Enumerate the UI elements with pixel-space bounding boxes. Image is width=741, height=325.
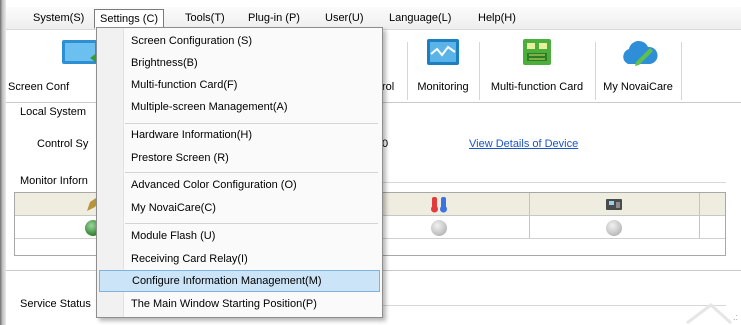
menu-item-multi-function-card[interactable]: Multi-function Card(F) bbox=[99, 74, 380, 96]
cloud-icon bbox=[623, 40, 658, 66]
toolbar-multifunction-card[interactable]: Multi-function Card bbox=[480, 30, 594, 102]
menu-system[interactable]: System(S) bbox=[28, 10, 89, 26]
menu-help[interactable]: Help(H) bbox=[473, 10, 521, 26]
menu-plugin[interactable]: Plug-in (P) bbox=[243, 10, 305, 26]
toolbar-monitoring[interactable]: Monitoring bbox=[408, 30, 478, 102]
control-system-label: Control Sy bbox=[37, 138, 89, 150]
menu-item-brightness[interactable]: Brightness(B) bbox=[99, 52, 380, 74]
status-indicator bbox=[606, 220, 622, 236]
menu-item-advanced-color-configuration[interactable]: Advanced Color Configuration (O) bbox=[99, 174, 380, 196]
toolbar-my-novaicare[interactable]: My NovaiCare bbox=[596, 30, 680, 102]
status-indicator bbox=[431, 220, 447, 236]
menu-item-hardware-information[interactable]: Hardware Information(H) bbox=[99, 124, 380, 146]
menu-item-multiple-screen-management[interactable]: Multiple-screen Management(A) bbox=[99, 96, 380, 118]
settings-dropdown-menu: Screen Configuration (S) Brightness(B) M… bbox=[96, 27, 383, 318]
menu-item-screen-configuration[interactable]: Screen Configuration (S) bbox=[99, 30, 380, 52]
service-status-title: Service Status bbox=[20, 298, 91, 310]
thermometer-icon bbox=[431, 197, 447, 213]
menu-item-configure-information-management[interactable]: Configure Information Management(M) bbox=[99, 270, 380, 292]
local-system-title: Local System bbox=[20, 106, 87, 118]
monitor-info-title: Monitor Inforn bbox=[20, 175, 88, 187]
toolbar-label-my-novaicare: My NovaiCare bbox=[603, 81, 673, 93]
receiving-card-icon bbox=[606, 199, 622, 210]
toolbar-label-control: rol bbox=[382, 81, 395, 93]
toolbar-label-screen-config: Screen Conf bbox=[8, 81, 70, 93]
toolbar-separator bbox=[681, 42, 682, 100]
circuit-board-icon bbox=[523, 39, 551, 65]
menu-item-module-flash[interactable]: Module Flash (U) bbox=[99, 225, 380, 247]
monitoring-icon bbox=[427, 39, 459, 65]
menu-separator bbox=[125, 223, 378, 224]
screen-config-icon bbox=[62, 40, 98, 64]
menu-item-my-novaicare[interactable]: My NovaiCare(C) bbox=[99, 197, 380, 219]
app-window: System(S) Settings (C) Tools(T) Plug-in … bbox=[0, 0, 741, 325]
menu-language[interactable]: Language(L) bbox=[384, 10, 456, 26]
toolbar-screen-config[interactable]: Screen Conf bbox=[6, 30, 98, 102]
menu-item-prestore-screen[interactable]: Prestore Screen (R) bbox=[99, 147, 380, 169]
status-cell bbox=[529, 216, 700, 238]
menu-user[interactable]: User(U) bbox=[320, 10, 369, 26]
header-cell-card bbox=[529, 193, 700, 215]
menu-item-receiving-card-relay[interactable]: Receiving Card Relay(I) bbox=[99, 248, 380, 270]
menu-separator bbox=[125, 172, 378, 173]
resize-grip-icon[interactable]: .: bbox=[733, 312, 738, 322]
menu-settings[interactable]: Settings (C) bbox=[94, 9, 165, 29]
view-details-link[interactable]: View Details of Device bbox=[469, 138, 578, 150]
toolbar-label-multifunction-card: Multi-function Card bbox=[490, 81, 584, 93]
menu-item-main-window-starting-position[interactable]: The Main Window Starting Position(P) bbox=[99, 293, 380, 315]
menu-tools[interactable]: Tools(T) bbox=[180, 10, 230, 26]
toolbar-label-monitoring: Monitoring bbox=[417, 81, 469, 93]
watermark-icon bbox=[686, 303, 733, 325]
